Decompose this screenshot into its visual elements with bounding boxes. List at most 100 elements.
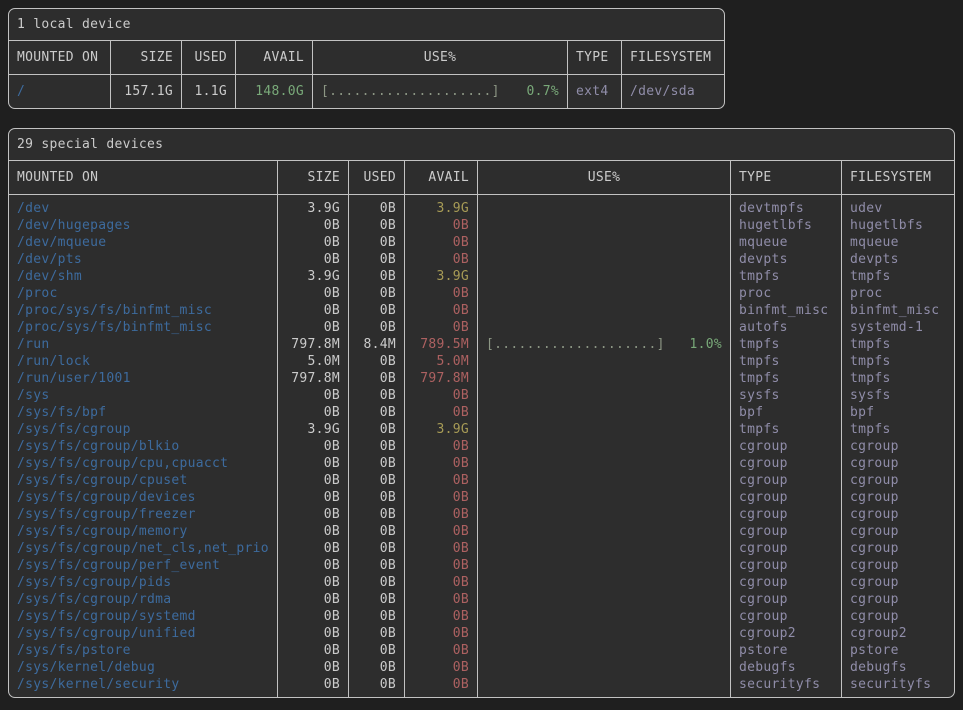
fs-cell: /dev/sda [622, 75, 724, 108]
fs-cell: debugfs [842, 659, 954, 676]
used-cell: 0B [349, 489, 405, 506]
mount-cell: /proc/sys/fs/binfmt_misc [9, 302, 278, 319]
size-cell: 0B [278, 234, 349, 251]
size-cell: 0B [278, 625, 349, 642]
mount-cell: /dev/hugepages [9, 217, 278, 234]
column-header-avail: AVAIL [405, 161, 478, 195]
avail-cell: 0B [405, 234, 478, 251]
use-cell [478, 302, 731, 319]
used-cell: 0B [349, 195, 405, 217]
avail-cell: 0B [405, 302, 478, 319]
size-cell: 3.9G [278, 195, 349, 217]
fs-cell: proc [842, 285, 954, 302]
mount-cell: /sys/kernel/debug [9, 659, 278, 676]
use-cell [478, 438, 731, 455]
fs-cell: cgroup [842, 472, 954, 489]
mount-cell: /proc [9, 285, 278, 302]
type-cell: mqueue [731, 234, 842, 251]
use-cell [478, 489, 731, 506]
type-cell: binfmt_misc [731, 302, 842, 319]
column-header-avail: AVAIL [236, 41, 313, 75]
avail-cell: 0B [405, 217, 478, 234]
type-cell: tmpfs [731, 336, 842, 353]
size-cell: 0B [278, 642, 349, 659]
use-cell [478, 285, 731, 302]
used-cell: 0B [349, 251, 405, 268]
local-devices-grid: MOUNTED ONSIZEUSEDAVAILUSE%TYPEFILESYSTE… [9, 41, 724, 108]
avail-cell: 0B [405, 472, 478, 489]
size-cell: 0B [278, 404, 349, 421]
use-cell [478, 353, 731, 370]
terminal-screen: 1 local device MOUNTED ONSIZEUSEDAVAILUS… [0, 0, 963, 706]
size-cell: 0B [278, 455, 349, 472]
mount-cell: /dev/mqueue [9, 234, 278, 251]
fs-cell: hugetlbfs [842, 217, 954, 234]
size-cell: 797.8M [278, 336, 349, 353]
size-cell: 0B [278, 574, 349, 591]
type-cell: debugfs [731, 659, 842, 676]
column-header-fs: FILESYSTEM [842, 161, 954, 195]
mount-cell: /sys/fs/cgroup/memory [9, 523, 278, 540]
use-cell [478, 506, 731, 523]
column-header-size: SIZE [278, 161, 349, 195]
used-cell: 0B [349, 234, 405, 251]
fs-cell: cgroup [842, 574, 954, 591]
mount-cell: /sys/fs/cgroup/blkio [9, 438, 278, 455]
use-cell [478, 387, 731, 404]
type-cell: cgroup [731, 591, 842, 608]
used-cell: 0B [349, 285, 405, 302]
usage-percent: 1.0% [689, 336, 722, 353]
used-cell: 0B [349, 574, 405, 591]
used-cell: 0B [349, 523, 405, 540]
column-header-use: USE% [313, 41, 568, 75]
mount-cell: /sys/fs/pstore [9, 642, 278, 659]
size-cell: 0B [278, 319, 349, 336]
column-header-fs: FILESYSTEM [622, 41, 724, 75]
avail-cell: 0B [405, 540, 478, 557]
mount-cell: /sys/fs/cgroup/unified [9, 625, 278, 642]
fs-cell: cgroup [842, 455, 954, 472]
column-header-mount: MOUNTED ON [9, 41, 111, 75]
avail-cell: 3.9G [405, 268, 478, 285]
column-header-type: TYPE [568, 41, 622, 75]
mount-cell: /dev/pts [9, 251, 278, 268]
fs-cell: cgroup [842, 557, 954, 574]
mount-cell: /sys/fs/cgroup/devices [9, 489, 278, 506]
used-cell: 0B [349, 642, 405, 659]
size-cell: 797.8M [278, 370, 349, 387]
avail-cell: 148.0G [236, 75, 313, 108]
size-cell: 3.9G [278, 421, 349, 438]
use-cell [478, 608, 731, 625]
use-cell [478, 268, 731, 285]
used-cell: 0B [349, 540, 405, 557]
fs-cell: tmpfs [842, 336, 954, 353]
use-cell [478, 251, 731, 268]
mount-cell: /run/lock [9, 353, 278, 370]
avail-cell: 0B [405, 319, 478, 336]
type-cell: cgroup [731, 506, 842, 523]
type-cell: tmpfs [731, 370, 842, 387]
used-cell: 1.1G [182, 75, 236, 108]
special-devices-table: 29 special devices MOUNTED ONSIZEUSEDAVA… [8, 128, 955, 698]
avail-cell: 3.9G [405, 195, 478, 217]
avail-cell: 0B [405, 438, 478, 455]
fs-cell: devpts [842, 251, 954, 268]
used-cell: 0B [349, 557, 405, 574]
used-cell: 0B [349, 370, 405, 387]
column-header-used: USED [349, 161, 405, 195]
used-cell: 0B [349, 217, 405, 234]
type-cell: cgroup [731, 438, 842, 455]
fs-cell: cgroup [842, 591, 954, 608]
mount-cell: /sys/fs/cgroup/perf_event [9, 557, 278, 574]
fs-cell: pstore [842, 642, 954, 659]
size-cell: 0B [278, 217, 349, 234]
fs-cell: mqueue [842, 234, 954, 251]
used-cell: 0B [349, 676, 405, 697]
use-cell [478, 676, 731, 697]
local-devices-title: 1 local device [9, 9, 724, 41]
use-cell [478, 659, 731, 676]
fs-cell: cgroup [842, 523, 954, 540]
avail-cell: 0B [405, 659, 478, 676]
used-cell: 0B [349, 608, 405, 625]
size-cell: 0B [278, 540, 349, 557]
